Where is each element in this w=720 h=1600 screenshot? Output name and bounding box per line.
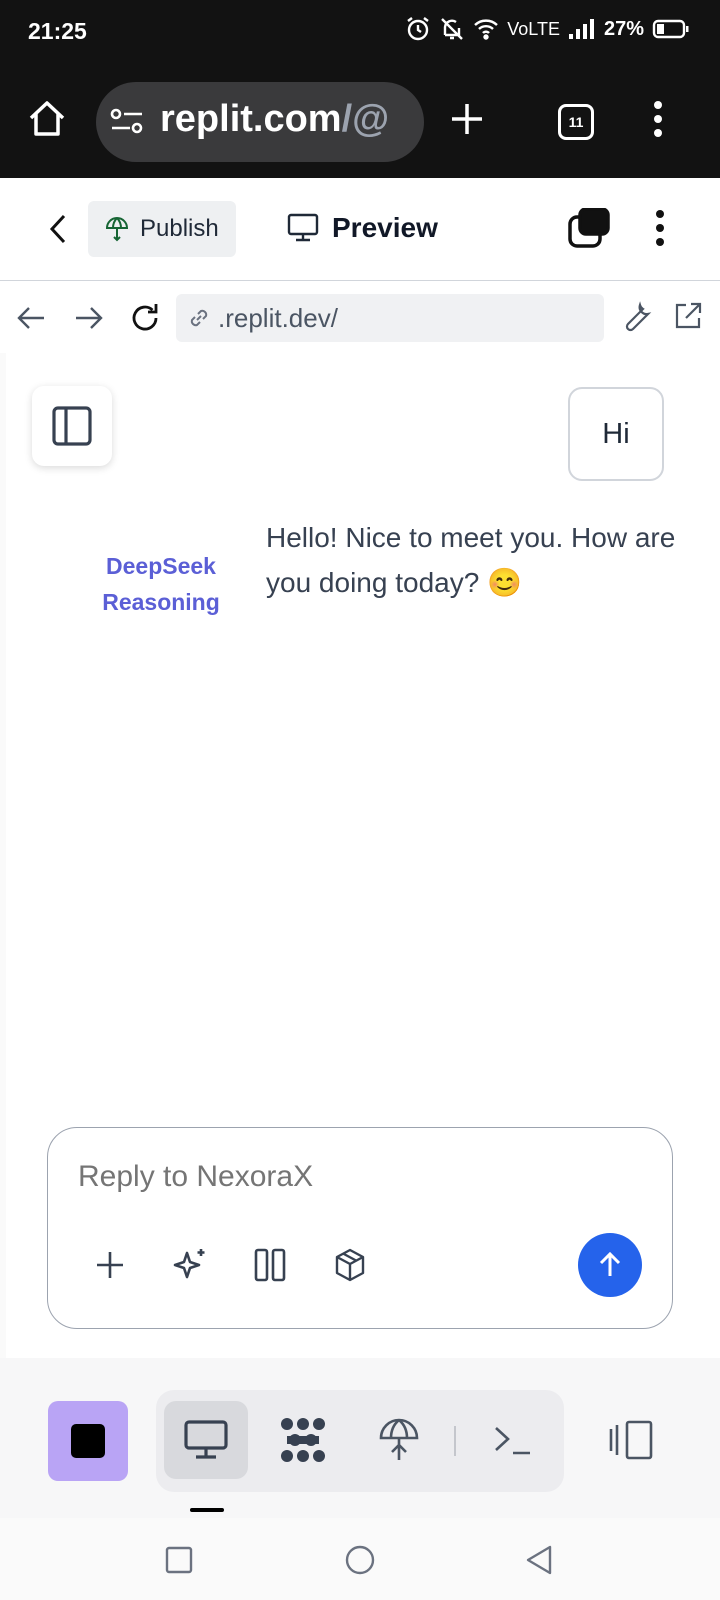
home-icon[interactable] bbox=[26, 98, 68, 140]
reload-icon[interactable] bbox=[128, 301, 162, 335]
external-link-icon[interactable] bbox=[672, 300, 704, 332]
wifi-icon bbox=[473, 17, 499, 41]
publish-globe-icon bbox=[104, 216, 130, 242]
url-text[interactable]: replit.com/@ bbox=[160, 98, 400, 141]
wrench-icon[interactable] bbox=[620, 300, 654, 334]
battery-percent: 27% bbox=[603, 17, 644, 40]
site-settings-icon[interactable] bbox=[110, 106, 144, 136]
preview-tab-label[interactable]: Preview bbox=[332, 212, 438, 244]
sidebar-toggle-button[interactable] bbox=[32, 386, 112, 466]
plus-icon[interactable] bbox=[86, 1241, 134, 1289]
nav-back-icon[interactable] bbox=[16, 302, 48, 334]
stop-button[interactable] bbox=[48, 1401, 128, 1481]
url-path: /@ bbox=[341, 98, 390, 140]
battery-icon bbox=[652, 18, 690, 40]
sparkle-icon[interactable] bbox=[166, 1241, 214, 1289]
publish-label: Publish bbox=[140, 215, 219, 242]
user-message-bubble: Hi bbox=[568, 387, 664, 481]
tab-terminal-icon[interactable] bbox=[478, 1405, 548, 1475]
url-host: replit.com bbox=[160, 98, 342, 140]
window-stack-icon[interactable] bbox=[568, 208, 610, 248]
kebab-menu-icon[interactable] bbox=[654, 209, 666, 247]
home-circle-icon[interactable] bbox=[344, 1544, 376, 1576]
arrow-up-icon bbox=[595, 1250, 625, 1280]
back-triangle-icon[interactable] bbox=[524, 1544, 554, 1576]
model-label: DeepSeek Reasoning bbox=[102, 553, 220, 615]
network-type: VoLTE bbox=[507, 18, 560, 39]
reply-input[interactable] bbox=[78, 1160, 618, 1194]
tab-preview-monitor-icon[interactable] bbox=[171, 1405, 241, 1475]
new-tab-plus-icon[interactable] bbox=[449, 101, 485, 137]
sidebar-panel-icon bbox=[51, 405, 93, 447]
panel-switch-icon[interactable] bbox=[596, 1405, 666, 1475]
overflow-menu-icon[interactable] bbox=[652, 100, 664, 138]
tab-switcher-icon[interactable]: 11 bbox=[558, 104, 594, 140]
recents-icon[interactable] bbox=[164, 1545, 194, 1575]
composer bbox=[47, 1127, 673, 1329]
webview-address-bar[interactable]: .replit.dev/ bbox=[176, 294, 604, 342]
assistant-message: Hello! Nice to meet you. How are you doi… bbox=[266, 522, 676, 598]
webview-address-text: .replit.dev/ bbox=[218, 302, 338, 333]
tab-agent-icon[interactable] bbox=[268, 1405, 338, 1475]
alarm-icon bbox=[405, 16, 431, 42]
active-tab-indicator bbox=[190, 1508, 224, 1512]
publish-button[interactable]: Publish bbox=[88, 201, 236, 257]
nav-forward-icon[interactable] bbox=[72, 302, 104, 334]
tab-divider bbox=[454, 1426, 456, 1456]
stop-icon bbox=[71, 1424, 105, 1458]
status-time: 21:25 bbox=[28, 18, 87, 44]
signal-icon bbox=[568, 18, 596, 40]
send-button[interactable] bbox=[578, 1233, 642, 1297]
cube-icon[interactable] bbox=[326, 1241, 374, 1289]
tab-deploy-icon[interactable] bbox=[364, 1405, 434, 1475]
bell-off-icon bbox=[439, 16, 465, 42]
link-icon bbox=[186, 305, 212, 331]
status-icons: VoLTE 27% bbox=[405, 16, 690, 42]
monitor-icon[interactable] bbox=[286, 212, 320, 244]
columns-icon[interactable] bbox=[246, 1241, 294, 1289]
back-chevron-icon[interactable] bbox=[44, 210, 72, 248]
